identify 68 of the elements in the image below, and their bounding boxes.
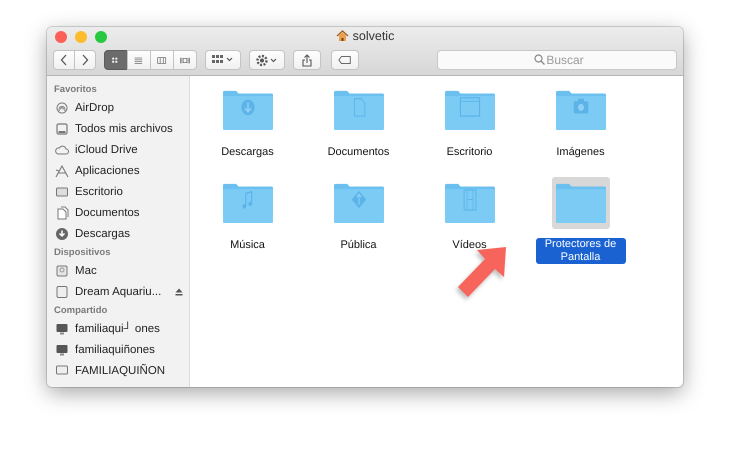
sidebar-item[interactable]: Aplicaciones: [54, 160, 140, 181]
folder-name[interactable]: Pública: [337, 239, 380, 252]
sidebar-label: Dream Aquariu...: [75, 286, 162, 298]
search-icon: [534, 54, 545, 65]
drive-icon: [55, 264, 69, 278]
sidebar-item[interactable]: familiaquiñones: [54, 339, 155, 360]
sidebar-label: Descargas: [75, 228, 130, 240]
monitor-icon: [55, 322, 69, 336]
sidebar-label: FAMILIAQUIÑON: [75, 364, 166, 376]
cloud-icon: [55, 142, 69, 156]
sidebar-item[interactable]: Dream Aquariu...: [54, 281, 184, 302]
folder-name[interactable]: Protectores de Pantalla: [536, 238, 626, 264]
view-button[interactable]: [150, 50, 174, 70]
sidebar-item[interactable]: Escritorio: [54, 181, 123, 202]
airdrop-icon: [55, 100, 69, 114]
drive-icon: [55, 122, 69, 136]
arrange-button[interactable]: [205, 50, 241, 70]
window-title: solvetic: [352, 29, 394, 43]
sidebar-heading: Compartido: [54, 305, 108, 316]
sidebar-label: familiaqui┘ ones: [75, 322, 160, 334]
sidebar-item[interactable]: Todos mis archivos: [54, 118, 173, 139]
folder-name[interactable]: Documentos: [324, 146, 392, 159]
monitor-icon: [55, 364, 69, 378]
view-button[interactable]: [104, 50, 128, 70]
sidebar-label: AirDrop: [75, 102, 114, 114]
sidebar-label: Aplicaciones: [75, 164, 140, 176]
sidebar-label: iCloud Drive: [75, 144, 138, 156]
share-icon: [302, 54, 312, 66]
eject-icon[interactable]: [175, 288, 184, 296]
sidebar-item[interactable]: familiaqui┘ ones: [54, 318, 160, 339]
forward-icon: [81, 54, 89, 66]
folder-name[interactable]: Escritorio: [444, 146, 496, 159]
close-button[interactable]: [55, 31, 67, 43]
view-button[interactable]: [173, 50, 197, 70]
forward-button[interactable]: [74, 50, 96, 70]
apps-icon: [55, 164, 69, 178]
monitor-icon: [55, 342, 69, 356]
sidebar-heading: Dispositivos: [54, 247, 110, 258]
sidebar-item[interactable]: iCloud Drive: [54, 139, 138, 160]
gear-icon: [256, 54, 278, 66]
desktop-icon: [55, 184, 69, 198]
share-button[interactable]: [293, 50, 321, 70]
folder-name[interactable]: Descargas: [218, 146, 277, 159]
back-icon: [60, 54, 68, 66]
back-button[interactable]: [53, 50, 75, 70]
sidebar-item[interactable]: AirDrop: [54, 97, 114, 118]
sidebar-label: familiaquiñones: [75, 344, 155, 356]
sidebar-item[interactable]: Documentos: [54, 202, 140, 223]
grid-icon: [212, 54, 234, 66]
sidebar-item[interactable]: Mac: [54, 260, 97, 281]
search-field[interactable]: Buscar: [437, 50, 677, 70]
sidebar-label: Mac: [75, 264, 97, 276]
sidebar-item[interactable]: Descargas: [54, 223, 130, 244]
sidebar-item[interactable]: FAMILIAQUIÑON: [54, 360, 166, 381]
action-button[interactable]: [249, 50, 285, 70]
download-icon: [55, 226, 69, 240]
sidebar-label: Todos mis archivos: [75, 122, 173, 134]
sidebar-heading: Favoritos: [54, 84, 97, 95]
folder-name[interactable]: Vídeos: [449, 239, 490, 252]
folder-name[interactable]: Música: [227, 239, 268, 252]
house-icon: [336, 30, 349, 42]
sidebar-label: Documentos: [75, 206, 140, 218]
sidebar-label: Escritorio: [75, 186, 123, 198]
document-icon: [55, 206, 69, 220]
view-button[interactable]: [127, 50, 151, 70]
tag-button[interactable]: [331, 50, 359, 70]
folder-name[interactable]: Imágenes: [553, 146, 608, 159]
tag-icon: [338, 55, 352, 65]
